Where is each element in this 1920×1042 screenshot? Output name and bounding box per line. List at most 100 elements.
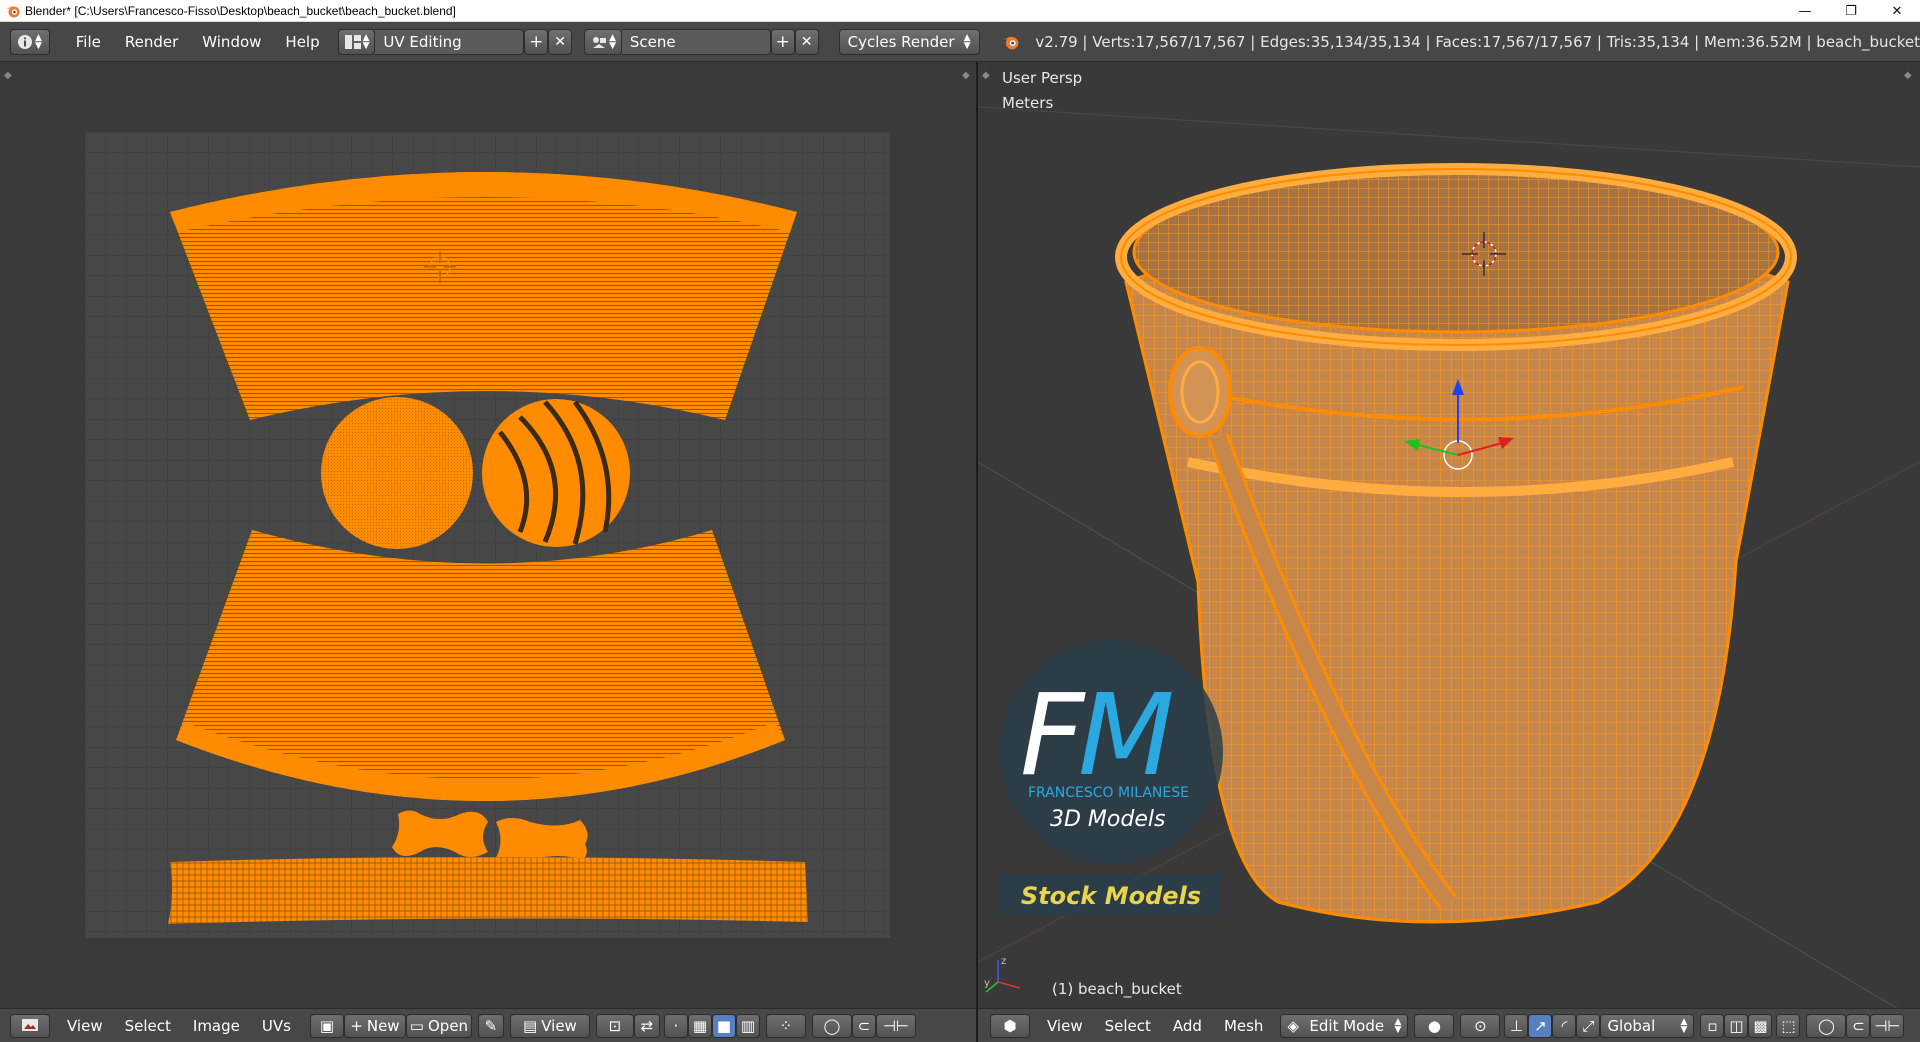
snap-toggle[interactable]: ⊂ [1846, 1013, 1871, 1038]
translate-manipulator-button[interactable]: ↗ [1528, 1013, 1553, 1038]
mode-dropdown[interactable]: ◈ Edit Mode ▲ ▼ [1280, 1013, 1409, 1038]
view-name-label: User Persp [1002, 69, 1083, 87]
render-engine-dropdown[interactable]: Cycles Render ▲ ▼ [838, 28, 980, 55]
viewport-menu-mesh[interactable]: Mesh [1213, 1017, 1275, 1035]
close-button[interactable]: ✕ [1874, 0, 1920, 22]
scale-icon: ⤢ [1582, 1016, 1595, 1035]
transform-orientation-dropdown[interactable]: Global ▲ ▼ [1600, 1013, 1695, 1038]
pivot-point-dropdown[interactable]: ⊙ [1460, 1013, 1501, 1038]
scene-field[interactable]: Scene [621, 28, 771, 55]
uv-menu-select[interactable]: Select [114, 1017, 182, 1035]
rotate-icon: ◜ [1561, 1016, 1568, 1035]
edge-select-button[interactable]: ▦ [687, 1013, 712, 1038]
screen-layout-icon [343, 32, 363, 52]
updown-arrows-icon: ▲ ▼ [609, 32, 617, 51]
add-scene-button[interactable]: + [770, 28, 795, 55]
limit-selection-toggle[interactable]: ⬚ [1776, 1013, 1801, 1038]
updown-arrows-icon: ▲ ▼ [35, 32, 42, 51]
minimize-button[interactable]: — [1782, 0, 1828, 22]
info-editor-type-button[interactable]: ▲ ▼ [10, 28, 50, 55]
viewport-canvas[interactable]: z y F M FRANCESCO MILANESE 3D Models Sto… [978, 62, 1920, 1008]
magnet-icon: ⊂ [857, 1016, 871, 1035]
svg-text:y: y [984, 978, 990, 989]
face-select-icon: ■ [716, 1016, 732, 1035]
snap-element-dropdown[interactable]: ⊣⊢ [1870, 1013, 1905, 1038]
watermark-name: FRANCESCO MILANESE [1028, 785, 1189, 801]
uv-menu-image[interactable]: Image [182, 1017, 251, 1035]
3d-viewport[interactable]: z y F M FRANCESCO MILANESE 3D Models Sto… [978, 62, 1920, 1008]
scene-statistics: v2.79 | Verts:17,567/17,567 | Edges:35,1… [1035, 32, 1920, 51]
shading-dropdown[interactable]: ● [1414, 1013, 1455, 1038]
updown-arrows-icon: ▲ ▼ [362, 32, 370, 51]
sync-icon: ⇄ [640, 1016, 654, 1035]
solid-shading-icon: ● [1427, 1016, 1441, 1035]
info-icon [15, 32, 35, 52]
screen-layout-field[interactable]: UV Editing [375, 28, 525, 55]
editor-mode-dropdown[interactable]: ▤ View [509, 1013, 590, 1038]
viewport-menu-add[interactable]: Add [1162, 1017, 1213, 1035]
window-title: Blender* [C:\Users\Francesco-Fisso\Deskt… [25, 3, 456, 18]
beach-bucket-mesh[interactable] [1115, 62, 1920, 924]
proportional-edit-dropdown[interactable]: ◯ [1806, 1013, 1847, 1038]
delete-scene-button[interactable]: ✕ [794, 28, 819, 55]
sticky-select-icon: ⁘ [779, 1016, 793, 1035]
manipulator-toggle[interactable]: ⊥ [1504, 1013, 1529, 1038]
island-select-button[interactable]: ▥ [735, 1013, 760, 1038]
sync-selection-toggle[interactable]: ⇄ [633, 1013, 660, 1038]
pivot-icon: ⊡ [608, 1016, 622, 1035]
face-select-button[interactable]: ■ [711, 1013, 736, 1038]
edge-select-button[interactable]: ◫ [1724, 1013, 1749, 1038]
proportional-edit-dropdown[interactable]: ◯ [811, 1013, 852, 1038]
screen-layout-browse-button[interactable]: ▲ ▼ [337, 28, 376, 55]
pin-icon: ✎ [484, 1016, 498, 1035]
viewport-menu-view[interactable]: View [1036, 1017, 1094, 1035]
scale-manipulator-button[interactable]: ⤢ [1576, 1013, 1601, 1038]
occlude-geometry-icon: ⬚ [1781, 1016, 1796, 1035]
proportional-edit-icon: ◯ [1818, 1016, 1835, 1035]
plus-icon: + [529, 31, 544, 52]
open-image-button[interactable]: ▭ Open [405, 1013, 472, 1038]
snap-target-dropdown[interactable]: ⊣⊢ [875, 1013, 916, 1038]
snap-toggle[interactable]: ⊂ [851, 1013, 876, 1038]
3d-view-icon: ⬢ [1003, 1016, 1017, 1035]
uv-menu-uvs[interactable]: UVs [251, 1017, 302, 1035]
close-icon: ✕ [800, 33, 813, 50]
menu-help[interactable]: Help [273, 33, 331, 51]
watermark-logo: F M FRANCESCO MILANESE 3D Models [999, 640, 1223, 864]
uv-canvas[interactable] [0, 62, 976, 1008]
window-titlebar: Blender* [C:\Users\Francesco-Fisso\Deskt… [0, 0, 1920, 22]
delete-screen-button[interactable]: ✕ [548, 28, 573, 55]
toolshelf-toggle-icon[interactable]: ◆ [982, 70, 990, 81]
rotate-manipulator-button[interactable]: ◜ [1552, 1013, 1577, 1038]
vertex-select-button[interactable]: ▫ [1700, 1013, 1725, 1038]
properties-toggle-icon[interactable]: ◆ [1904, 70, 1912, 81]
image-icon: ▣ [319, 1016, 335, 1035]
restore-button[interactable]: ❐ [1828, 0, 1874, 22]
uv-menu-view[interactable]: View [56, 1017, 114, 1035]
blender-logo-icon [1002, 32, 1022, 52]
vertex-select-button[interactable]: · [663, 1013, 688, 1038]
uv-editor-type-button[interactable] [10, 1013, 50, 1038]
menu-window[interactable]: Window [190, 33, 273, 51]
plus-icon: + [775, 31, 790, 52]
pivot-dropdown[interactable]: ⊡ [595, 1013, 634, 1038]
orientation-value: Global [1607, 1016, 1656, 1035]
manipulator-icon: ⊥ [1509, 1016, 1523, 1035]
edge-select-icon: ◫ [1729, 1016, 1744, 1035]
scene-name: Scene [629, 32, 676, 51]
view-axes-gizmo-icon: z y [984, 956, 1021, 993]
uv-editor-header: View Select Image UVs ▣ + New ▭ Open ✎ ▤ Vi… [0, 1008, 976, 1042]
image-browse-button[interactable]: ▣ [309, 1013, 344, 1038]
add-screen-button[interactable]: + [524, 28, 549, 55]
face-select-button[interactable]: ▩ [1748, 1013, 1773, 1038]
vertex-select-icon: · [673, 1016, 679, 1035]
scene-browse-button[interactable]: ▲ ▼ [584, 28, 622, 55]
new-image-button[interactable]: + New [343, 1013, 406, 1038]
sticky-select-dropdown[interactable]: ⁘ [765, 1013, 806, 1038]
pin-image-button[interactable]: ✎ [477, 1013, 504, 1038]
viewport-editor-type-button[interactable]: ⬢ [990, 1013, 1030, 1038]
menu-file[interactable]: File [64, 33, 113, 51]
menu-render[interactable]: Render [113, 33, 190, 51]
viewport-menu-select[interactable]: Select [1094, 1017, 1162, 1035]
uv-image-editor[interactable]: ◆ ◆ [0, 62, 976, 1008]
